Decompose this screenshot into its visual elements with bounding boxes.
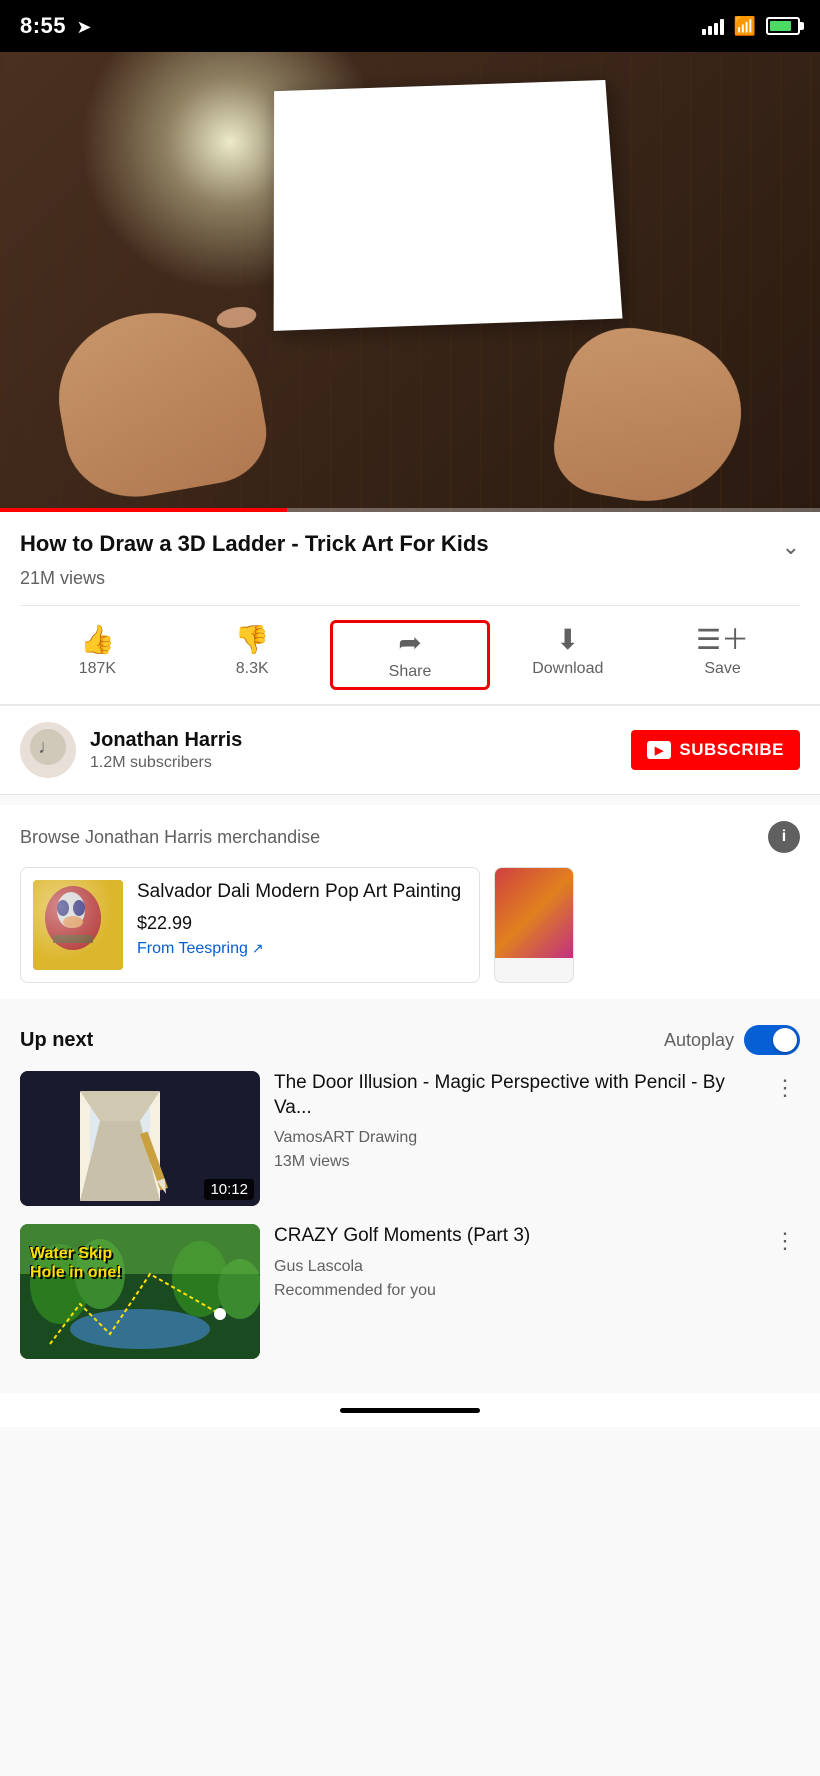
upnext-header: Up next Autoplay xyxy=(20,1025,800,1055)
merch-section: Browse Jonathan Harris merchandise i Sal… xyxy=(0,805,820,999)
wifi-icon: 📶 xyxy=(734,16,756,37)
share-icon: ➦ xyxy=(398,629,421,657)
channel-name: Jonathan Harris xyxy=(90,729,631,752)
battery-icon xyxy=(766,17,800,35)
signal-icon xyxy=(702,17,724,35)
home-bar xyxy=(340,1408,480,1413)
download-icon: ⬇ xyxy=(556,626,579,654)
video-duration-1: 10:12 xyxy=(204,1179,254,1200)
toggle-knob xyxy=(773,1028,797,1052)
merch-source-1[interactable]: From Teespring ↗ xyxy=(137,940,467,958)
autoplay-toggle[interactable] xyxy=(744,1025,800,1055)
avatar-icon: ♩ xyxy=(30,729,66,772)
external-link-icon: ↗ xyxy=(252,940,264,957)
download-button[interactable]: ⬇ Download xyxy=(490,620,645,690)
youtube-logo-icon xyxy=(647,741,671,759)
save-label: Save xyxy=(704,660,740,678)
status-icons: 📶 xyxy=(702,16,800,37)
more-options-2[interactable]: ⋮ xyxy=(770,1224,800,1258)
channel-avatar: ♩ xyxy=(20,722,76,778)
subscribe-label: SUBSCRIBE xyxy=(679,740,784,760)
video-card-info-1: The Door Illusion - Magic Perspective wi… xyxy=(274,1071,756,1174)
more-options-1[interactable]: ⋮ xyxy=(770,1071,800,1105)
location-icon: ➤ xyxy=(77,17,92,37)
subscribe-button[interactable]: SUBSCRIBE xyxy=(631,730,800,770)
video-card-meta-1: VamosART Drawing 13M views xyxy=(274,1126,756,1174)
video-card-info-2: CRAZY Golf Moments (Part 3) Gus Lascola … xyxy=(274,1224,756,1303)
like-icon: 👍 xyxy=(80,626,115,654)
merch-title: Browse Jonathan Harris merchandise xyxy=(20,827,320,848)
action-buttons: 👍 187K 👎 8.3K ➦ Share ⬇ Download ☰＋ Save xyxy=(20,605,800,690)
status-time: 8:55 xyxy=(20,13,66,38)
video-title: How to Draw a 3D Ladder - Trick Art For … xyxy=(20,530,782,559)
dislike-button[interactable]: 👎 8.3K xyxy=(175,620,330,690)
merch-image-1 xyxy=(33,880,123,970)
merch-details-1: Salvador Dali Modern Pop Art Painting $2… xyxy=(137,880,467,958)
video-progress-fill xyxy=(0,508,287,512)
upnext-section: Up next Autoplay xyxy=(0,1009,820,1393)
status-bar: 8:55 ➤ 📶 xyxy=(0,0,820,52)
video-thumb-2: Water SkipHole in one! xyxy=(20,1224,260,1359)
video-card-title-1: The Door Illusion - Magic Perspective wi… xyxy=(274,1071,756,1120)
dislike-count: 8.3K xyxy=(236,660,269,678)
svg-text:♩: ♩ xyxy=(38,736,58,758)
video-player[interactable] xyxy=(0,52,820,512)
channel-row[interactable]: ♩ Jonathan Harris 1.2M subscribers SUBSC… xyxy=(0,705,820,795)
like-button[interactable]: 👍 187K xyxy=(20,620,175,690)
chevron-down-icon[interactable]: ⌄ xyxy=(782,534,800,560)
video-info-section: How to Draw a 3D Ladder - Trick Art For … xyxy=(0,512,820,705)
like-count: 187K xyxy=(79,660,116,678)
status-left: 8:55 ➤ xyxy=(20,13,92,39)
merch-card-1[interactable]: Salvador Dali Modern Pop Art Painting $2… xyxy=(20,867,480,983)
save-icon: ☰＋ xyxy=(696,626,749,654)
video-card-meta-2: Gus Lascola Recommended for you xyxy=(274,1255,756,1303)
video-progress-bar[interactable] xyxy=(0,508,820,512)
video-thumb-1: 10:12 xyxy=(20,1071,260,1206)
video-card-2[interactable]: Water SkipHole in one! CRAZY Golf Moment… xyxy=(20,1224,800,1359)
share-button[interactable]: ➦ Share xyxy=(330,620,491,690)
channel-subscribers: 1.2M subscribers xyxy=(90,754,631,772)
video-card-1[interactable]: 10:12 The Door Illusion - Magic Perspect… xyxy=(20,1071,800,1206)
merch-partial-image xyxy=(495,868,573,958)
merch-name-1: Salvador Dali Modern Pop Art Painting xyxy=(137,880,467,905)
merch-header: Browse Jonathan Harris merchandise i xyxy=(20,821,800,853)
info-icon[interactable]: i xyxy=(768,821,800,853)
upnext-label: Up next xyxy=(20,1029,93,1052)
merch-card-partial[interactable] xyxy=(494,867,574,983)
dislike-icon: 👎 xyxy=(235,626,270,654)
home-indicator xyxy=(0,1393,820,1427)
video-views: 21M views xyxy=(20,568,800,589)
download-label: Download xyxy=(532,660,603,678)
merch-scroll[interactable]: Salvador Dali Modern Pop Art Painting $2… xyxy=(20,867,800,983)
share-label: Share xyxy=(389,663,432,681)
autoplay-label: Autoplay xyxy=(664,1030,734,1051)
video-card-title-2: CRAZY Golf Moments (Part 3) xyxy=(274,1224,756,1249)
save-button[interactable]: ☰＋ Save xyxy=(645,620,800,690)
autoplay-row: Autoplay xyxy=(664,1025,800,1055)
merch-price-1: $22.99 xyxy=(137,913,467,934)
video-overlay-text: Water SkipHole in one! xyxy=(30,1244,122,1282)
channel-info: Jonathan Harris 1.2M subscribers xyxy=(90,729,631,772)
